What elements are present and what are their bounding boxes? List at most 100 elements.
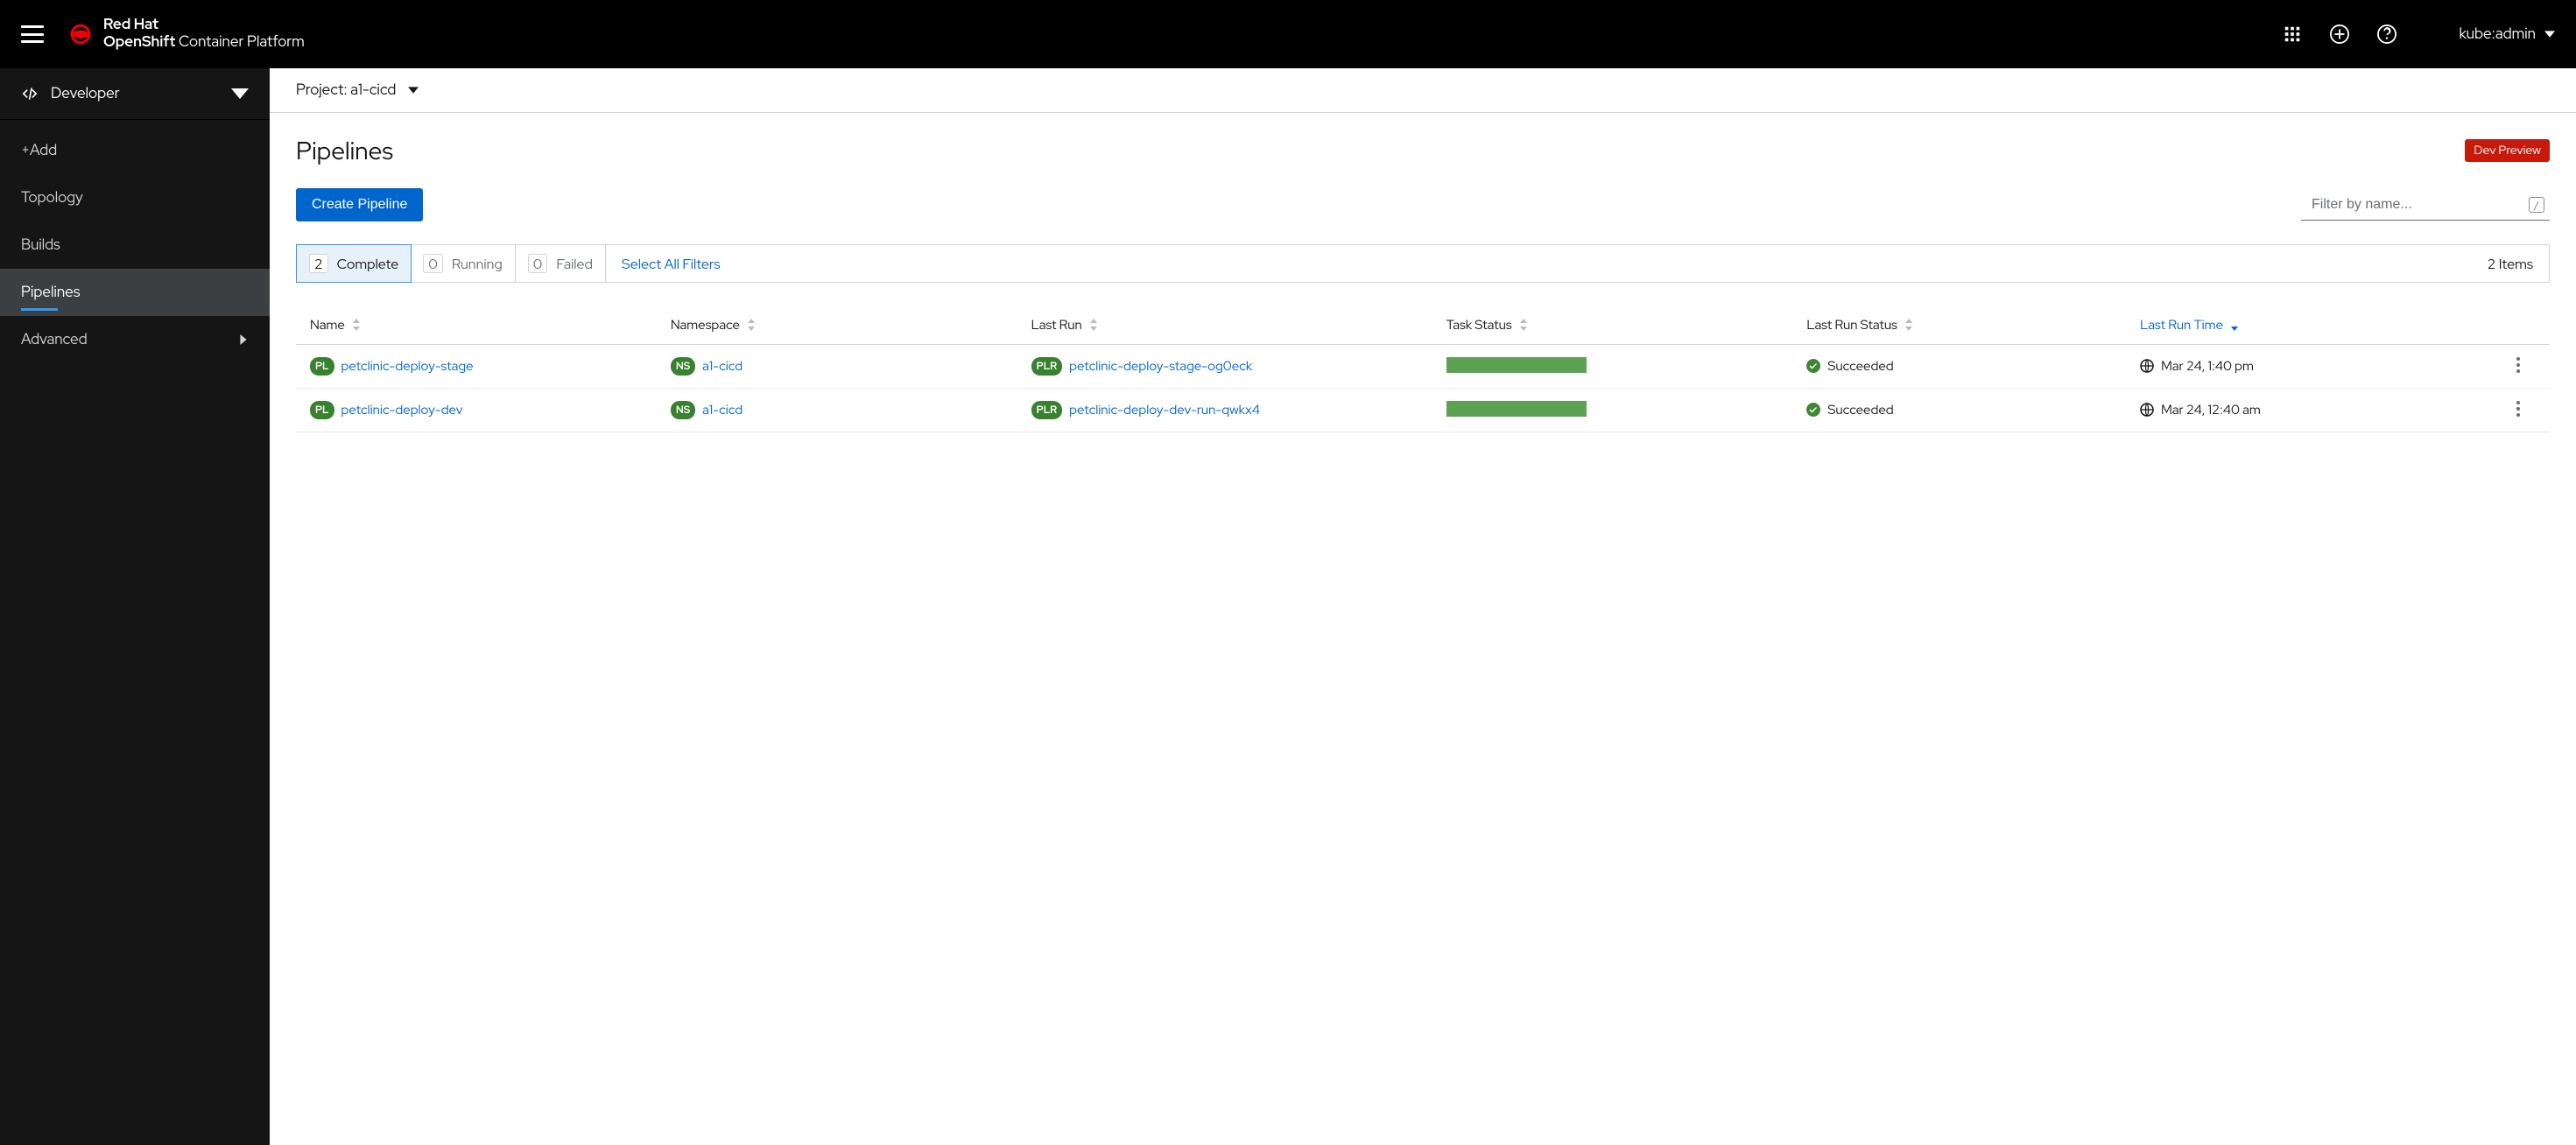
sort-desc-icon xyxy=(2230,319,2239,331)
lastrunstatus-cell: Succeeded xyxy=(1806,357,2133,375)
nav-builds[interactable]: Builds xyxy=(0,221,270,269)
col-lastrunstatus[interactable]: Last Run Status xyxy=(1806,316,2133,334)
table-row: PL petclinic-deploy-dev NS a1-cicd PLR p… xyxy=(296,389,2550,432)
namespace-cell: NS a1-cicd xyxy=(671,357,1024,376)
nav-advanced-label: Advanced xyxy=(21,330,88,349)
sort-icon xyxy=(1904,319,1913,331)
globe-icon xyxy=(2140,403,2154,417)
dev-preview-badge: Dev Preview xyxy=(2465,139,2550,162)
perspective-switcher[interactable]: Developer xyxy=(0,68,270,120)
namespace-link[interactable]: a1-cicd xyxy=(702,357,743,375)
col-lastruntime-label: Last Run Time xyxy=(2140,316,2223,334)
col-lastruntime[interactable]: Last Run Time xyxy=(2140,316,2494,334)
chevron-right-icon xyxy=(238,334,249,345)
ns-badge: NS xyxy=(671,357,695,376)
kebab-icon xyxy=(2516,401,2520,417)
pipelines-table: Name Namespace Last Run Task Status Last… xyxy=(296,306,2550,432)
task-status-bar xyxy=(1446,357,1587,373)
col-lastrunstatus-label: Last Run Status xyxy=(1806,316,1897,334)
nav-add[interactable]: +Add xyxy=(0,127,270,174)
status-text: Succeeded xyxy=(1827,357,1893,375)
brand: Red Hat OpenShift Container Platform xyxy=(68,17,305,51)
pl-badge: PL xyxy=(310,357,334,376)
sort-icon xyxy=(747,319,756,331)
filter-by-name-input[interactable] xyxy=(2301,190,2550,221)
lastrun-link[interactable]: petclinic-deploy-dev-run-qwkx4 xyxy=(1069,401,1260,418)
lastrunstatus-cell: Succeeded xyxy=(1806,401,2133,418)
main-content: Project: a1-cicd Pipelines Dev Preview C… xyxy=(270,68,2576,1145)
col-name-label: Name xyxy=(310,316,345,334)
col-name[interactable]: Name xyxy=(310,316,664,334)
username: kube:admin xyxy=(2460,25,2536,44)
caret-down-icon xyxy=(408,85,419,95)
project-label: Project: a1-cicd xyxy=(296,81,396,100)
nav-topology-label: Topology xyxy=(21,188,83,207)
pipeline-name-cell: PL petclinic-deploy-stage xyxy=(310,357,664,376)
primary-nav: +Add Topology Builds Pipelines Advanced xyxy=(0,120,270,370)
plr-badge: PLR xyxy=(1031,357,1063,376)
plr-badge: PLR xyxy=(1031,401,1063,419)
code-icon xyxy=(21,85,39,102)
lastrun-cell: PLR petclinic-deploy-dev-run-qwkx4 xyxy=(1031,401,1439,419)
masthead: Red Hat OpenShift Container Platform kub… xyxy=(0,0,2576,68)
filter-complete-count: 2 xyxy=(309,254,328,273)
row-actions-button[interactable] xyxy=(2501,401,2536,417)
create-pipeline-button[interactable]: Create Pipeline xyxy=(296,188,423,221)
nav-pipelines-label: Pipelines xyxy=(21,283,80,302)
caret-down-icon xyxy=(2544,29,2555,39)
lastruntime-cell: Mar 24, 1:40 pm xyxy=(2140,357,2494,375)
user-menu[interactable]: kube:admin xyxy=(2460,25,2555,44)
filter-container: / xyxy=(2301,190,2550,221)
lastrun-link[interactable]: petclinic-deploy-stage-og0eck xyxy=(1069,357,1252,375)
nav-pipelines[interactable]: Pipelines xyxy=(0,269,270,316)
ns-badge: NS xyxy=(671,401,695,419)
table-header: Name Namespace Last Run Task Status Last… xyxy=(296,306,2550,345)
brand-line2-rest: Container Platform xyxy=(175,32,304,52)
slash-shortcut-hint: / xyxy=(2529,197,2544,213)
filter-failed-count: 0 xyxy=(528,254,548,273)
col-lastrun[interactable]: Last Run xyxy=(1031,316,1439,334)
col-namespace-label: Namespace xyxy=(671,316,740,334)
row-actions-button[interactable] xyxy=(2501,357,2536,373)
col-taskstatus-label: Task Status xyxy=(1446,316,1512,334)
namespace-link[interactable]: a1-cicd xyxy=(702,401,743,418)
select-all-filters-link[interactable]: Select All Filters xyxy=(606,255,736,273)
apps-icon[interactable] xyxy=(2283,25,2302,44)
pipeline-link[interactable]: petclinic-deploy-stage xyxy=(341,357,474,375)
taskstatus-cell xyxy=(1446,401,1800,417)
pipeline-link[interactable]: petclinic-deploy-dev xyxy=(341,401,463,418)
success-icon xyxy=(1806,359,1820,373)
redhat-logo-icon xyxy=(68,22,93,46)
time-text: Mar 24, 12:40 am xyxy=(2161,401,2261,418)
status-text: Succeeded xyxy=(1827,401,1893,418)
sidebar: Developer +Add Topology Builds Pipelines… xyxy=(0,68,270,1145)
filter-running[interactable]: 0 Running xyxy=(411,245,515,282)
nav-toggle-button[interactable] xyxy=(21,25,44,43)
col-taskstatus[interactable]: Task Status xyxy=(1446,316,1800,334)
perspective-label: Developer xyxy=(51,84,120,103)
nav-topology[interactable]: Topology xyxy=(0,174,270,221)
taskstatus-cell xyxy=(1446,357,1800,373)
col-namespace[interactable]: Namespace xyxy=(671,316,1024,334)
project-selector[interactable]: Project: a1-cicd xyxy=(270,68,2576,113)
nav-advanced[interactable]: Advanced xyxy=(0,316,270,363)
filter-complete[interactable]: 2 Complete xyxy=(296,244,412,283)
page-title: Pipelines xyxy=(296,134,393,167)
success-icon xyxy=(1806,403,1820,417)
kebab-icon xyxy=(2516,357,2520,373)
brand-line2-bold: OpenShift xyxy=(103,32,175,52)
add-icon[interactable] xyxy=(2330,25,2349,44)
help-icon[interactable] xyxy=(2377,25,2397,44)
items-count: 2 Items xyxy=(2472,255,2549,273)
filter-failed-label: Failed xyxy=(556,255,593,273)
caret-down-icon xyxy=(231,85,249,102)
filter-failed[interactable]: 0 Failed xyxy=(516,245,606,282)
table-row: PL petclinic-deploy-stage NS a1-cicd PLR… xyxy=(296,345,2550,389)
namespace-cell: NS a1-cicd xyxy=(671,401,1024,419)
pipeline-name-cell: PL petclinic-deploy-dev xyxy=(310,401,664,419)
masthead-actions: kube:admin xyxy=(2283,25,2555,44)
nav-builds-label: Builds xyxy=(21,235,60,255)
col-lastrun-label: Last Run xyxy=(1031,316,1082,334)
pl-badge: PL xyxy=(310,401,334,419)
lastruntime-cell: Mar 24, 12:40 am xyxy=(2140,401,2494,418)
